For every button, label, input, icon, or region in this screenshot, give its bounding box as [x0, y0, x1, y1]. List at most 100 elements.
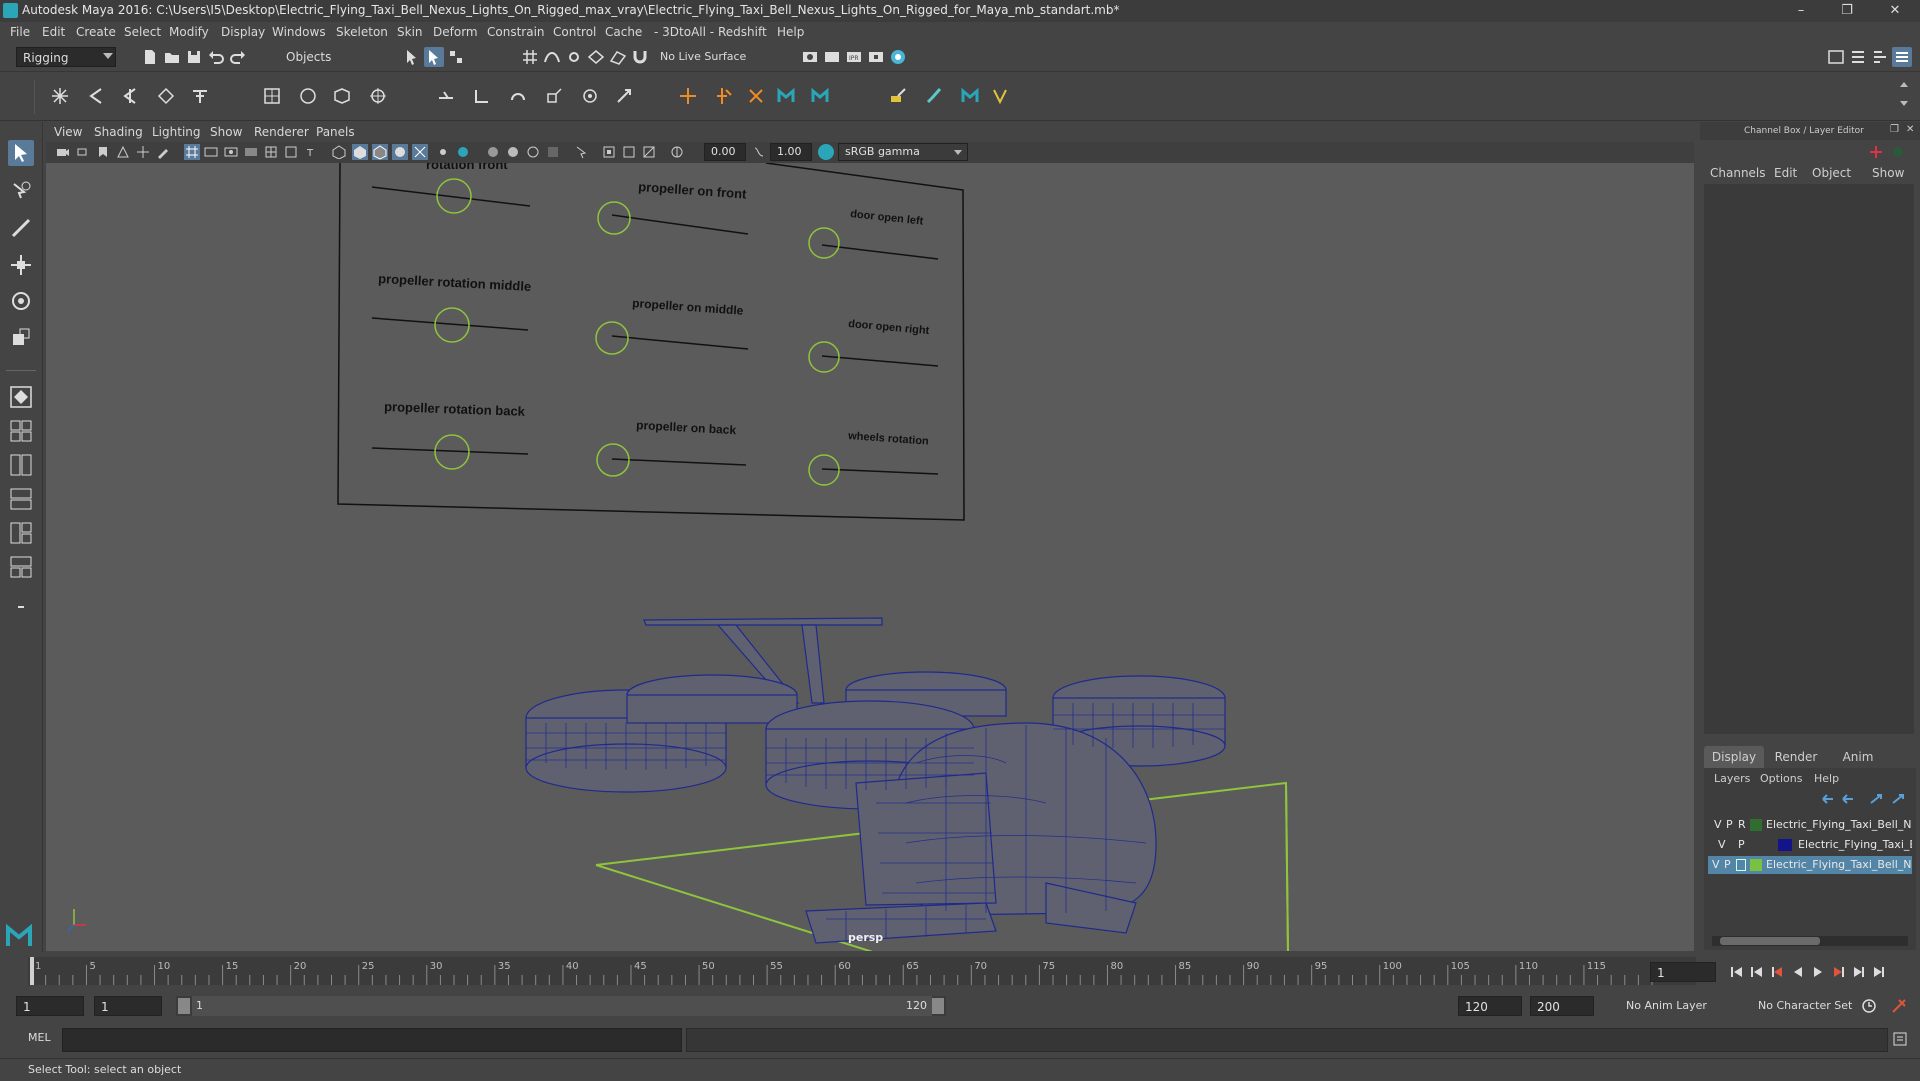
layer-visibility-toggle[interactable]: V: [1712, 856, 1720, 874]
play-backwards-icon[interactable]: [1794, 967, 1802, 977]
layer-color-swatch[interactable]: [1750, 859, 1762, 871]
camera-icon[interactable]: [56, 145, 70, 159]
menu-modify[interactable]: Modify: [169, 25, 209, 39]
menu-help[interactable]: Help: [777, 25, 804, 39]
locator-icon[interactable]: [678, 86, 698, 106]
paint-select-icon[interactable]: [8, 216, 34, 242]
menu-windows[interactable]: Windows: [272, 25, 326, 39]
persp-outliner-layout-icon[interactable]: [8, 486, 34, 512]
layer-playback-toggle[interactable]: P: [1726, 816, 1733, 834]
layer-color-swatch[interactable]: [1778, 839, 1792, 851]
screen-space-ao-icon[interactable]: [486, 145, 500, 159]
redo-icon[interactable]: [228, 47, 248, 67]
time-slider-track[interactable]: 1 5 10 15 20 25 30 35 40 45 50 55 60 65 70 75 80 85 90 95 10…: [28, 957, 1696, 985]
motion-blur-icon[interactable]: [506, 145, 520, 159]
selection-mode-dropdown[interactable]: Objects: [280, 47, 380, 67]
step-forward-frame-icon[interactable]: [1854, 967, 1864, 977]
range-slider-end-handle[interactable]: [932, 998, 944, 1014]
current-frame-field[interactable]: 1: [1650, 962, 1716, 982]
current-time-marker[interactable]: [30, 957, 34, 985]
workspace-icon[interactable]: [1826, 47, 1846, 67]
render-settings-icon[interactable]: [866, 47, 886, 67]
render-view-icon[interactable]: [800, 47, 820, 67]
image-plane-icon[interactable]: [116, 145, 130, 159]
paint-weights-icon[interactable]: [888, 86, 908, 106]
wireframe-icon[interactable]: [332, 145, 346, 160]
playback-start-field[interactable]: 1: [94, 996, 162, 1016]
layer-row-geometry[interactable]: V P Electric_Flying_Taxi_Bell_Nexus_Ligh…: [1708, 836, 1912, 854]
channel-box-icon[interactable]: [1892, 47, 1912, 67]
safe-action-icon[interactable]: [284, 145, 298, 159]
move-layer-down-icon[interactable]: [1840, 792, 1856, 806]
channel-menu-object[interactable]: Object: [1812, 166, 1851, 180]
layer-playback-toggle[interactable]: P: [1724, 856, 1731, 874]
channel-menu-edit[interactable]: Edit: [1774, 166, 1797, 180]
pole-vector-icon[interactable]: [614, 86, 634, 106]
layer-name[interactable]: Electric_Flying_Taxi_Bell_Nexus_Lights_O…: [1766, 856, 1912, 874]
panel-menu-shading[interactable]: Shading: [94, 125, 143, 139]
maya-shelf-icon-2[interactable]: [810, 86, 830, 106]
lasso-tool-icon[interactable]: [8, 178, 34, 204]
cluster-deformer-icon[interactable]: [746, 86, 766, 106]
maya-shelf-icon-3[interactable]: [960, 86, 980, 106]
shelf-options-icon[interactable]: [20, 80, 35, 114]
panel-menu-show[interactable]: Show: [210, 125, 242, 139]
new-scene-icon[interactable]: [140, 47, 160, 67]
field-chart-icon[interactable]: [264, 145, 278, 159]
perspective-viewport[interactable]: rotation front propeller on front door o…: [46, 163, 1694, 951]
tool-settings-icon[interactable]: [1870, 47, 1890, 67]
aim-constraint-icon[interactable]: [580, 86, 600, 106]
minimize-button[interactable]: –: [1778, 0, 1824, 22]
play-forwards-icon[interactable]: [1814, 967, 1822, 977]
step-forward-key-icon[interactable]: [1834, 967, 1844, 977]
camera-attributes-icon[interactable]: [76, 145, 90, 159]
select-tool-icon[interactable]: [8, 140, 34, 166]
script-editor-icon[interactable]: [1892, 1031, 1908, 1047]
maximize-button[interactable]: ❐: [1824, 0, 1870, 22]
view-transform-dropdown[interactable]: sRGB gamma: [838, 143, 968, 161]
ik-handle-icon[interactable]: [86, 86, 106, 106]
attribute-editor-icon[interactable]: [1848, 47, 1868, 67]
step-back-frame-icon[interactable]: [1751, 967, 1762, 977]
xray-joints-icon[interactable]: [622, 145, 636, 159]
point-constraint-icon[interactable]: [472, 86, 492, 106]
panel-menu-renderer[interactable]: Renderer: [254, 125, 309, 139]
playback-end-field[interactable]: 120: [1458, 996, 1522, 1016]
panel-close-icon[interactable]: ✕: [1906, 124, 1914, 135]
menu-3dtoall[interactable]: - 3DtoAll -: [654, 25, 714, 39]
tab-render[interactable]: Render: [1766, 746, 1826, 768]
gamma-icon[interactable]: [752, 145, 766, 159]
character-set-dropdown[interactable]: No Character Set: [1736, 996, 1860, 1016]
hypershade-layout-icon[interactable]: [8, 554, 34, 580]
snap-curve-icon[interactable]: [542, 47, 562, 67]
insert-joint-icon[interactable]: [156, 86, 176, 106]
menu-control[interactable]: Control: [553, 25, 596, 39]
gamma-field[interactable]: 1.00: [770, 143, 812, 161]
isolate-select-icon[interactable]: [574, 145, 588, 159]
anim-layer-dropdown[interactable]: No Anim Layer: [1602, 996, 1738, 1016]
wireframe-on-shaded-icon[interactable]: [372, 144, 388, 160]
bind-skin-icon[interactable]: [262, 86, 282, 106]
select-object-icon[interactable]: [424, 47, 444, 67]
snap-view-icon[interactable]: [586, 47, 606, 67]
undo-icon[interactable]: [206, 47, 226, 67]
menu-select[interactable]: Select: [124, 25, 161, 39]
open-scene-icon[interactable]: [162, 47, 182, 67]
snap-surface-icon[interactable]: [608, 47, 628, 67]
animation-start-field[interactable]: 1: [16, 996, 84, 1016]
new-layer-selected-icon[interactable]: [1890, 792, 1906, 806]
ik-spline-icon[interactable]: [120, 86, 140, 106]
new-layer-icon[interactable]: [1868, 792, 1884, 806]
channel-box-settings-icon[interactable]: [1868, 144, 1884, 160]
menu-cache[interactable]: Cache: [605, 25, 642, 39]
channel-menu-show[interactable]: Show: [1872, 166, 1904, 180]
layer-reference-toggle[interactable]: [1736, 859, 1746, 871]
xray-components-icon[interactable]: [642, 145, 656, 159]
channel-menu-channels[interactable]: Channels: [1710, 166, 1766, 180]
menu-display[interactable]: Display: [221, 25, 265, 39]
shelf-scroll-icon[interactable]: [1900, 80, 1910, 114]
ipr-render-icon[interactable]: IPR: [844, 47, 864, 67]
script-language-toggle[interactable]: MEL: [28, 1031, 51, 1044]
channel-list-area[interactable]: [1704, 184, 1914, 734]
panel-menu-panels[interactable]: Panels: [316, 125, 355, 139]
